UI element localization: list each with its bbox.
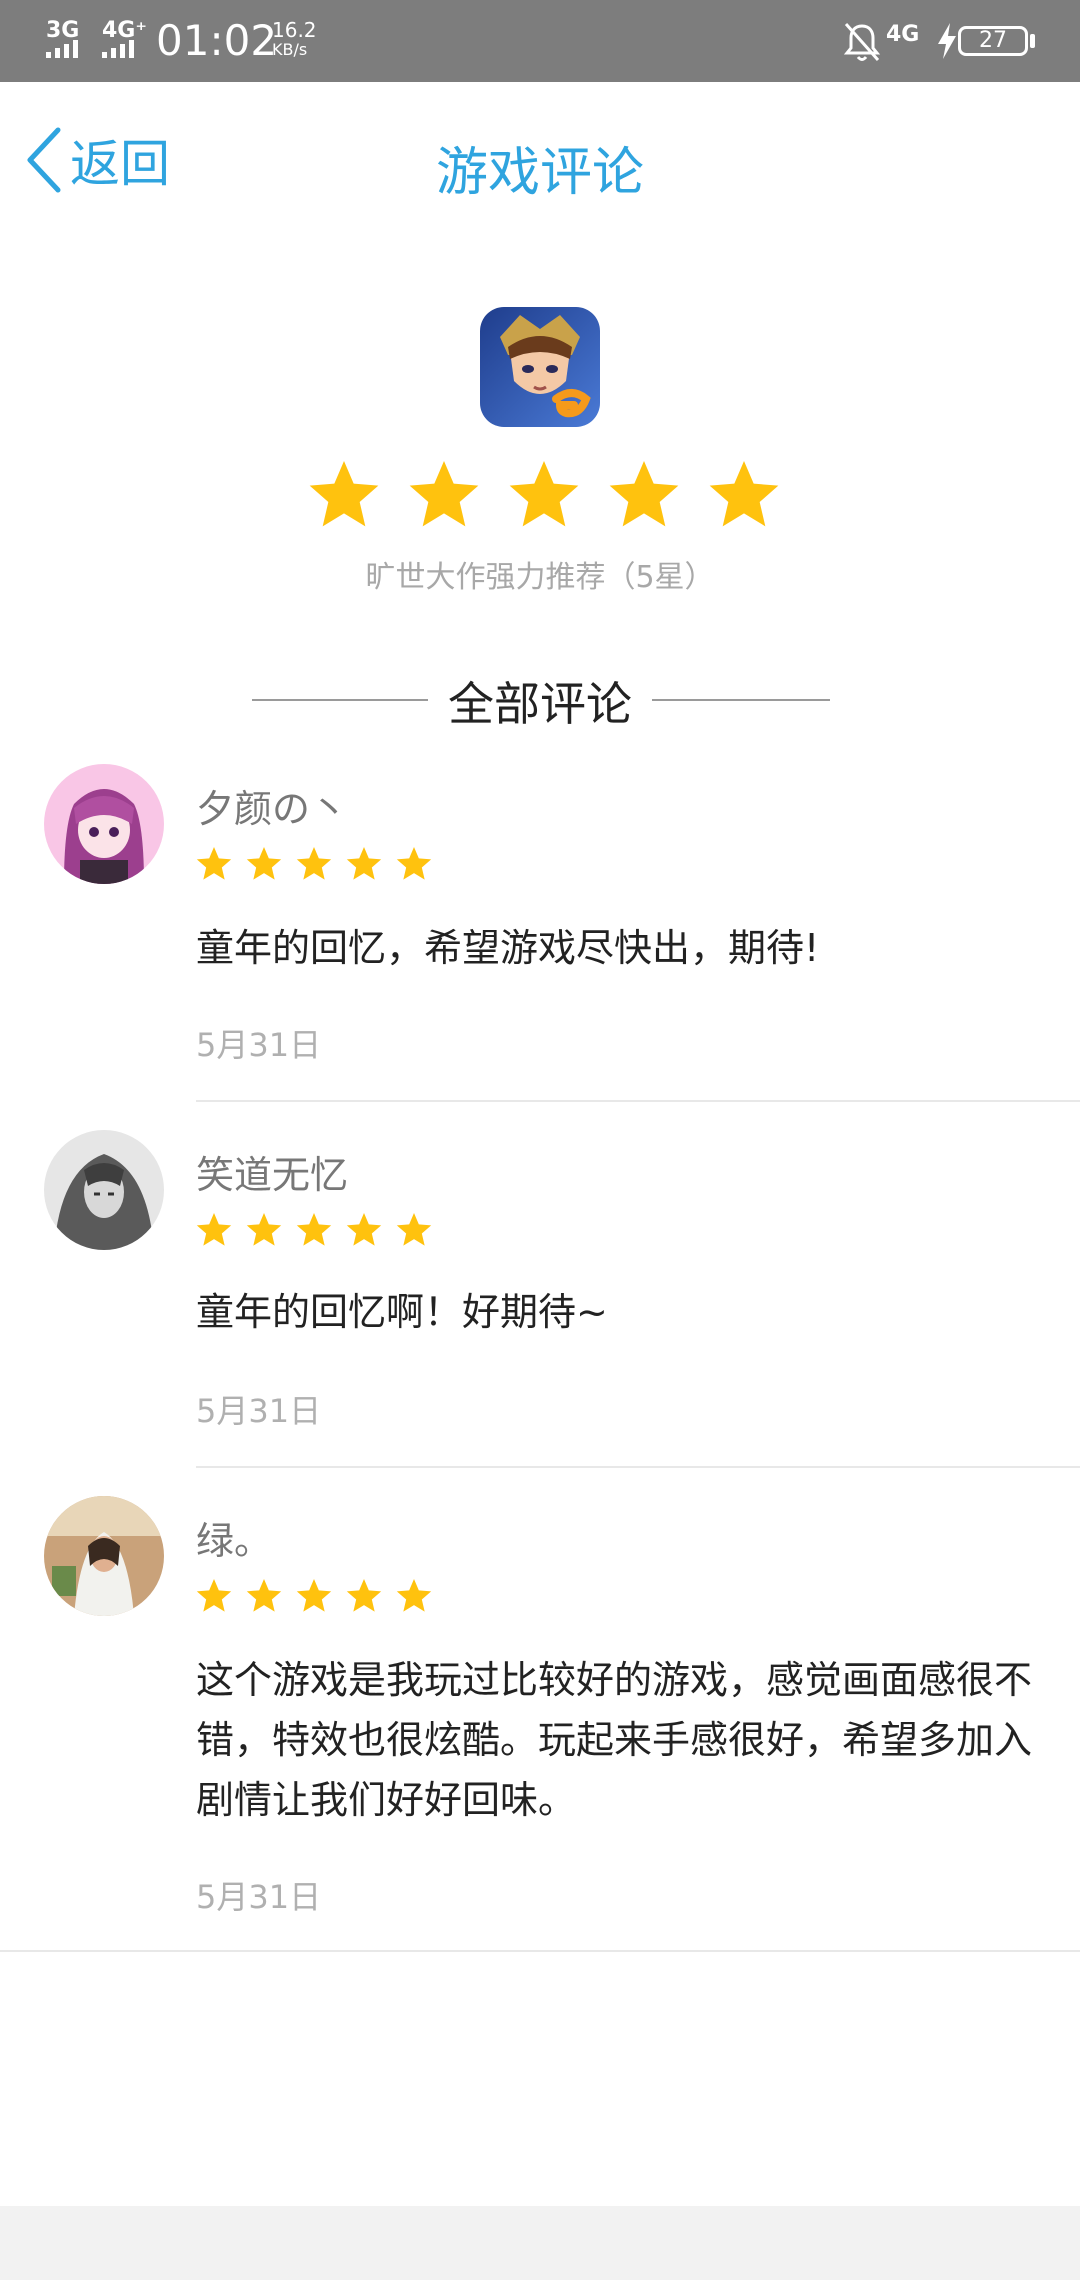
star-icon	[609, 461, 679, 527]
header: 返回 游戏评论	[0, 82, 1080, 232]
star-icon	[396, 1579, 432, 1612]
star-icon	[246, 1213, 282, 1246]
avatar[interactable]	[44, 764, 164, 884]
bottom-area	[0, 2206, 1080, 2280]
star-icon	[396, 847, 432, 880]
section-divider-right	[652, 699, 830, 701]
bell-off-icon	[843, 23, 881, 61]
star-icon	[509, 461, 579, 527]
username: 笑道无忆	[196, 1153, 349, 1197]
signal-bars-icon	[102, 40, 134, 58]
star-icon	[246, 1579, 282, 1612]
review-date: 5月31日	[196, 1878, 322, 1916]
network-speed-unit: KB/s	[272, 40, 308, 59]
page-title: 游戏评论	[435, 143, 644, 203]
review-rating-stars	[194, 844, 434, 884]
star-icon	[409, 461, 479, 527]
username: 夕颜の丶	[196, 787, 349, 831]
review-divider	[0, 1950, 1080, 1952]
star-icon	[346, 1213, 382, 1246]
status-bar: 3G 4G⁺ 01:02 16.2 KB/s 4G 27	[0, 0, 1080, 82]
review-divider	[196, 1100, 1080, 1102]
star-icon	[309, 461, 379, 527]
star-icon	[196, 847, 232, 880]
review-rating-stars	[194, 1210, 434, 1250]
star-icon	[296, 847, 332, 880]
username: 绿。	[196, 1519, 273, 1563]
avatar[interactable]	[44, 1130, 164, 1250]
review-text: 童年的回忆，希望游戏尽快出，期待!	[196, 926, 820, 970]
review-text: 童年的回忆啊！好期待~	[196, 1290, 608, 1334]
game-rating-stars	[304, 455, 784, 535]
network-speed-value: 16.2	[272, 18, 317, 42]
avatar[interactable]	[44, 1496, 164, 1616]
charging-bolt-icon	[938, 23, 956, 59]
star-icon	[709, 461, 779, 527]
star-icon	[196, 1213, 232, 1246]
star-icon	[296, 1213, 332, 1246]
battery-icon-nub	[1030, 34, 1035, 48]
star-icon	[346, 847, 382, 880]
network-speed: 16.2 KB/s	[272, 20, 317, 60]
review-date: 5月31日	[196, 1026, 322, 1064]
clock-time: 01:02	[156, 16, 278, 65]
review-date: 5月31日	[196, 1392, 322, 1430]
section-title: 全部评论	[448, 677, 632, 731]
star-icon	[196, 1579, 232, 1612]
review-text: 这个游戏是我玩过比较好的游戏，感觉画面感很不错，特效也很炫酷。玩起来手感很好，希…	[196, 1658, 1033, 1822]
signal-bars-icon	[46, 40, 78, 58]
star-icon	[246, 847, 282, 880]
review-divider	[196, 1466, 1080, 1468]
star-icon	[396, 1213, 432, 1246]
battery-level: 27	[958, 26, 1028, 56]
review-rating-stars	[194, 1576, 434, 1616]
star-icon	[346, 1579, 382, 1612]
star-icon	[296, 1579, 332, 1612]
game-icon	[480, 307, 600, 427]
rating-text: 旷世大作强力推荐（5星）	[365, 560, 715, 595]
network-4g-label-2: 4G	[886, 22, 920, 47]
